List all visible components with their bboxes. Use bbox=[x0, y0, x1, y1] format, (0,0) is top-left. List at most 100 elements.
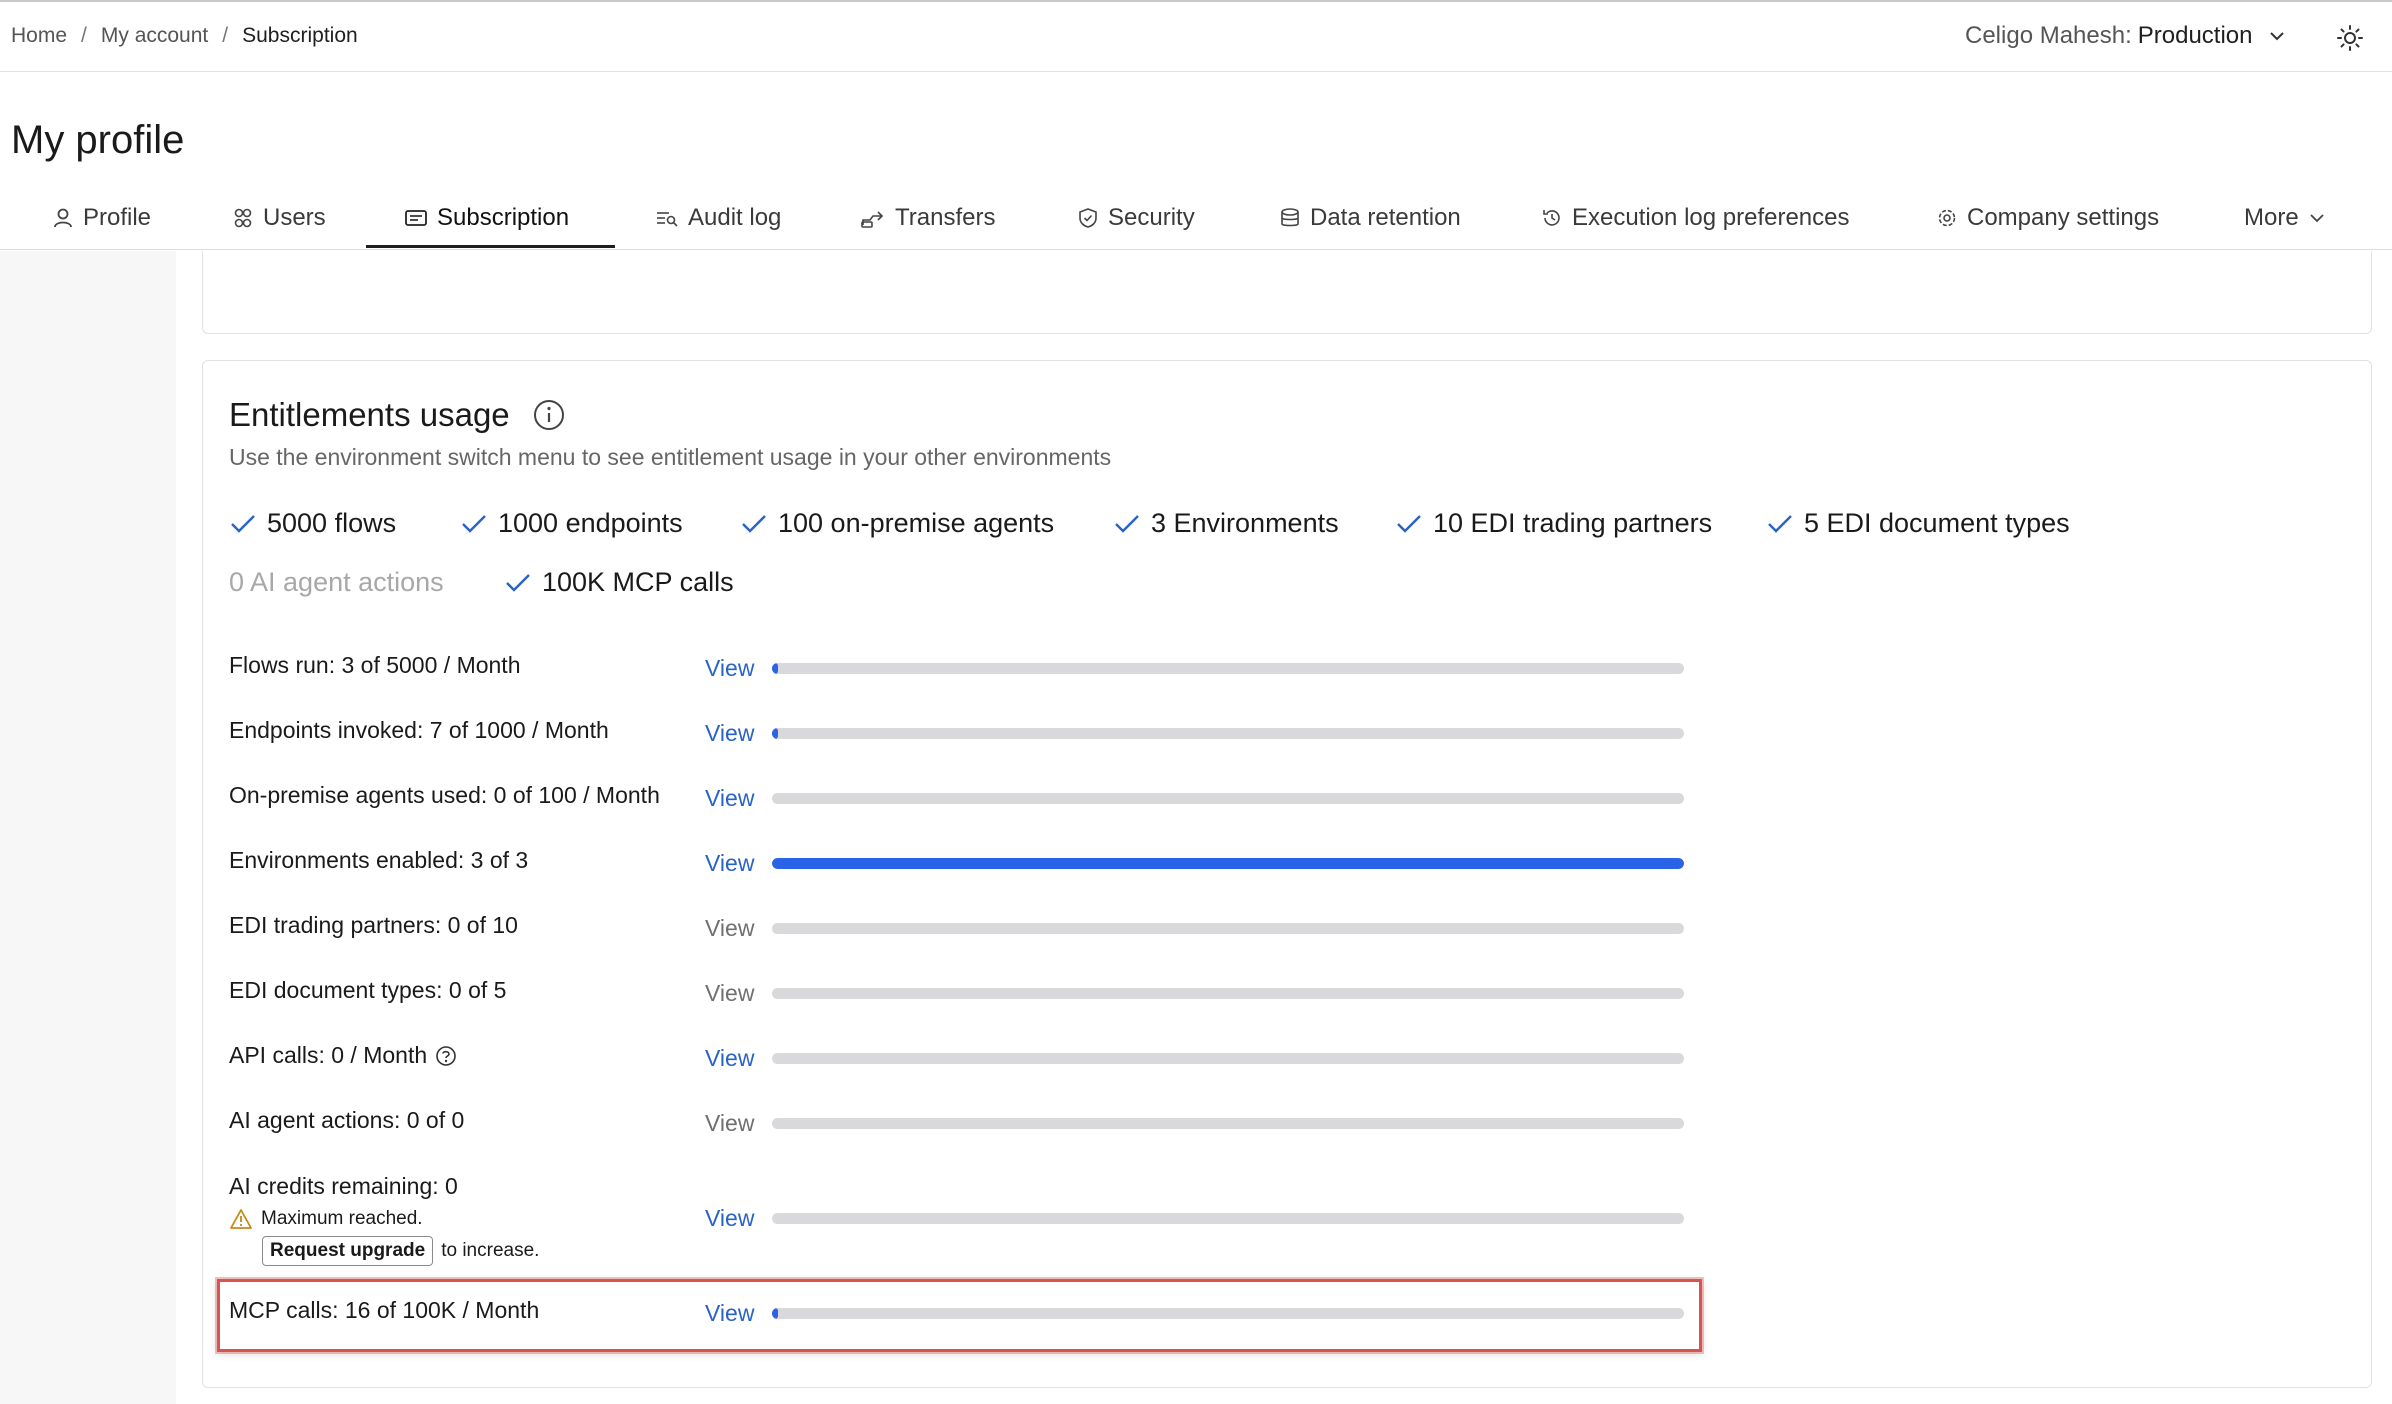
check-icon bbox=[231, 514, 255, 533]
environment-switch[interactable]: Celigo Mahesh: Production bbox=[1965, 22, 2287, 50]
usage-bar-mcp-calls bbox=[772, 1308, 1684, 1319]
entitlement-item: 10 EDI trading partners bbox=[1395, 508, 1712, 539]
tab-label: Subscription bbox=[437, 204, 570, 231]
tab-label: Security bbox=[1108, 204, 1195, 231]
environment-value: Production bbox=[2137, 22, 2253, 49]
check-icon bbox=[462, 514, 486, 533]
tab-company-settings[interactable]: Company settings bbox=[1936, 186, 2159, 250]
view-link-ai-agent-actions[interactable]: View bbox=[705, 1110, 754, 1137]
usage-label-edi-document-types: EDI document types: 0 of 5 bbox=[229, 977, 507, 1003]
usage-label-on-premise-agents: On-premise agents used: 0 of 100 / Month bbox=[229, 782, 660, 808]
entitlement-item: 100K MCP calls bbox=[504, 567, 734, 598]
tab-label: Execution log preferences bbox=[1572, 204, 1850, 231]
tab-label: More bbox=[2244, 204, 2299, 231]
usage-bar-edi-trading-partners bbox=[772, 923, 1684, 934]
usage-label-edi-trading-partners: EDI trading partners: 0 of 10 bbox=[229, 912, 518, 938]
view-link-environments[interactable]: View bbox=[705, 850, 754, 877]
chevron-down-icon bbox=[2310, 214, 2324, 223]
usage-bar-edi-document-types bbox=[772, 988, 1684, 999]
active-tab-indicator bbox=[366, 245, 615, 248]
help-icon[interactable] bbox=[435, 1045, 457, 1067]
tab-bar: Profile Users Subscription Audit log Tra… bbox=[0, 186, 2392, 250]
tab-profile[interactable]: Profile bbox=[52, 186, 151, 250]
entitlement-item: 5 EDI document types bbox=[1766, 508, 2070, 539]
usage-bar-api-calls bbox=[772, 1053, 1684, 1064]
usage-bar-on-premise-agents bbox=[772, 793, 1684, 804]
entitlement-label: 5000 flows bbox=[267, 508, 397, 538]
top-bar: Home / My account / Subscription Celigo … bbox=[0, 0, 2392, 72]
gear-icon bbox=[1938, 209, 1956, 227]
audit-log-icon bbox=[657, 212, 678, 227]
entitlements-title: Entitlements usage bbox=[229, 396, 510, 433]
check-icon bbox=[1397, 514, 1421, 533]
entitlement-label: 5 EDI document types bbox=[1804, 508, 2070, 538]
usage-bar-fill bbox=[772, 728, 779, 739]
view-link-edi-trading-partners[interactable]: View bbox=[705, 915, 754, 942]
check-icon bbox=[1768, 514, 1792, 533]
breadcrumb-my-account[interactable]: My account bbox=[101, 24, 208, 48]
usage-bar-endpoints bbox=[772, 728, 1684, 739]
tab-data-retention[interactable]: Data retention bbox=[1279, 186, 1461, 250]
upgrade-line: Request upgrade to increase. bbox=[262, 1236, 539, 1266]
warning-text: Maximum reached. bbox=[261, 1208, 423, 1229]
sun-icon[interactable] bbox=[2336, 24, 2364, 52]
tab-subscription[interactable]: Subscription bbox=[404, 186, 569, 250]
tab-users[interactable]: Users bbox=[232, 186, 326, 250]
history-icon bbox=[1543, 210, 1560, 226]
tab-label: Audit log bbox=[688, 204, 782, 231]
database-icon bbox=[1281, 208, 1299, 227]
transfer-icon bbox=[861, 211, 884, 228]
usage-bar-fill bbox=[772, 663, 779, 674]
usage-bar-fill bbox=[772, 1308, 779, 1319]
entitlement-label: 1000 endpoints bbox=[498, 508, 683, 538]
entitlement-label: 100K MCP calls bbox=[542, 567, 734, 597]
previous-card bbox=[202, 251, 2372, 334]
entitlement-label: 3 Environments bbox=[1151, 508, 1339, 538]
entitlement-item: 1000 endpoints bbox=[460, 508, 683, 539]
tab-security[interactable]: Security bbox=[1077, 186, 1195, 250]
usage-bar-ai-agent-actions bbox=[772, 1118, 1684, 1129]
view-link-flows[interactable]: View bbox=[705, 655, 754, 682]
tab-audit-log[interactable]: Audit log bbox=[655, 186, 781, 250]
entitlement-item: 0 AI agent actions bbox=[229, 567, 444, 598]
max-reached-warning: Maximum reached. bbox=[229, 1208, 423, 1230]
usage-bar-environments bbox=[772, 858, 1684, 869]
tab-execution-log-preferences[interactable]: Execution log preferences bbox=[1541, 186, 1850, 250]
view-link-ai-credits[interactable]: View bbox=[705, 1205, 754, 1232]
entitlement-item: 3 Environments bbox=[1113, 508, 1339, 539]
usage-bar-fill bbox=[772, 858, 1684, 869]
tab-label: Data retention bbox=[1310, 204, 1461, 231]
breadcrumb-home[interactable]: Home bbox=[11, 24, 67, 48]
request-upgrade-button[interactable]: Request upgrade bbox=[262, 1236, 434, 1266]
usage-label-text: API calls: 0 / Month bbox=[229, 1042, 428, 1068]
subscription-card-icon bbox=[405, 210, 427, 226]
upgrade-suffix: to increase. bbox=[441, 1240, 540, 1261]
tab-label: Company settings bbox=[1967, 204, 2160, 231]
view-link-edi-document-types[interactable]: View bbox=[705, 980, 754, 1007]
view-link-api-calls[interactable]: View bbox=[705, 1045, 754, 1072]
view-link-on-premise-agents[interactable]: View bbox=[705, 785, 754, 812]
breadcrumb-separator: / bbox=[81, 24, 87, 47]
entitlement-label: 10 EDI trading partners bbox=[1433, 508, 1713, 538]
tab-label: Profile bbox=[83, 204, 152, 231]
tab-transfers[interactable]: Transfers bbox=[860, 186, 995, 250]
view-link-mcp-calls[interactable]: View bbox=[705, 1300, 754, 1327]
page-title: My profile bbox=[11, 118, 185, 162]
usage-label-ai-agent-actions: AI agent actions: 0 of 0 bbox=[229, 1107, 465, 1133]
breadcrumb: Home / My account / Subscription bbox=[11, 24, 358, 48]
usage-bar-flows bbox=[772, 663, 1684, 674]
usage-label-endpoints: Endpoints invoked: 7 of 1000 / Month bbox=[229, 717, 609, 743]
breadcrumb-current: Subscription bbox=[242, 24, 358, 47]
environment-label: Celigo Mahesh: bbox=[1965, 22, 2132, 49]
info-icon[interactable] bbox=[532, 398, 566, 432]
user-icon bbox=[54, 208, 72, 228]
check-icon bbox=[506, 573, 530, 592]
tab-label: Transfers bbox=[895, 204, 996, 231]
tab-more[interactable]: More bbox=[2244, 186, 2326, 250]
breadcrumb-separator: / bbox=[222, 24, 229, 47]
view-link-endpoints[interactable]: View bbox=[705, 720, 754, 747]
shield-icon bbox=[1079, 208, 1097, 228]
check-icon bbox=[742, 514, 766, 533]
entitlement-item: 100 on-premise agents bbox=[740, 508, 1054, 539]
usage-label-ai-credits: AI credits remaining: 0 bbox=[229, 1173, 458, 1199]
